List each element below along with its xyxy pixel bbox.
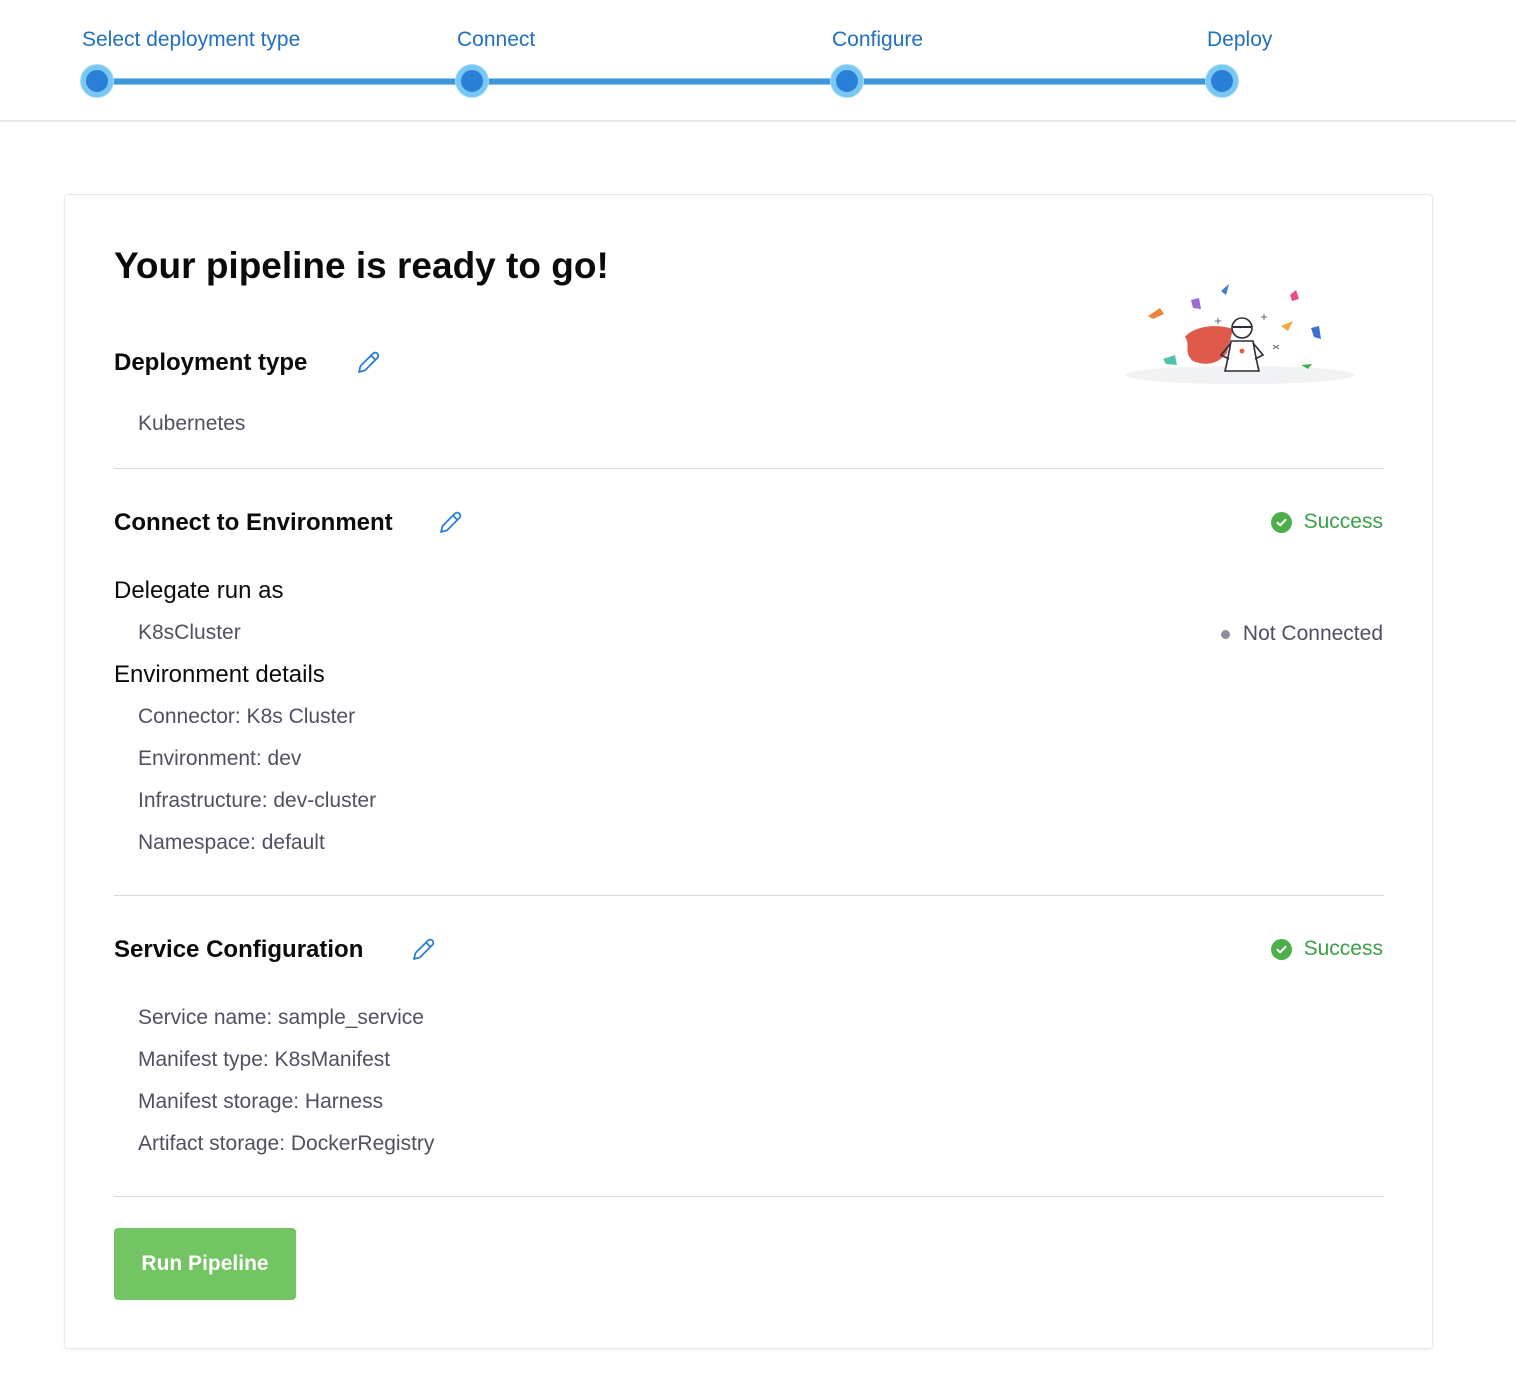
delegate-status-badge: Not Connected (1220, 622, 1383, 646)
progress-stepper: Select deployment type Connect Configure… (0, 0, 1516, 122)
pipeline-summary-card: Your pipeline is ready to go! Deployment… (64, 194, 1433, 1349)
section-divider (114, 895, 1384, 896)
pencil-icon (413, 938, 435, 960)
section-divider (114, 1196, 1384, 1197)
page-title: Your pipeline is ready to go! (114, 245, 609, 286)
run-pipeline-button[interactable]: Run Pipeline (114, 1228, 296, 1300)
check-circle-icon (1270, 511, 1292, 533)
environment-detail-environment: Environment: dev (138, 747, 302, 770)
section-title-connect-environment: Connect to Environment (114, 509, 393, 536)
step-dot-configure[interactable] (831, 65, 863, 97)
step-dot-connect[interactable] (456, 65, 488, 97)
deployment-type-value: Kubernetes (138, 412, 246, 435)
edit-deployment-type-button[interactable] (353, 348, 383, 378)
connect-environment-status-text: Success (1303, 510, 1383, 533)
edit-service-configuration-button[interactable] (408, 935, 438, 965)
environment-details-heading: Environment details (114, 661, 325, 688)
service-configuration-status-text: Success (1303, 937, 1383, 960)
service-detail-name: Service name: sample_service (138, 1006, 424, 1029)
pencil-icon (440, 511, 462, 533)
section-title-deployment-type: Deployment type (114, 349, 308, 376)
delegate-heading: Delegate run as (114, 577, 284, 604)
step-dot-select-deployment-type[interactable] (81, 65, 113, 97)
delegate-status-text: Not Connected (1242, 622, 1383, 645)
service-configuration-status-badge: Success (1270, 937, 1383, 961)
edit-connect-environment-button[interactable] (435, 508, 465, 538)
section-title-service-configuration: Service Configuration (114, 936, 364, 963)
connect-environment-status-badge: Success (1270, 510, 1383, 534)
stepper-progress-line (96, 79, 1222, 84)
delegate-value: K8sCluster (138, 621, 241, 644)
status-dot-icon (1220, 629, 1230, 639)
environment-detail-namespace: Namespace: default (138, 831, 325, 854)
celebration-illustration (1125, 284, 1355, 384)
pencil-icon (358, 351, 380, 373)
step-select-deployment-type[interactable]: Select deployment type (82, 28, 300, 52)
environment-detail-infrastructure: Infrastructure: dev-cluster (138, 789, 377, 812)
section-divider (114, 468, 1384, 469)
step-connect[interactable]: Connect (457, 28, 535, 52)
environment-detail-connector: Connector: K8s Cluster (138, 705, 356, 728)
step-dot-deploy[interactable] (1206, 65, 1238, 97)
service-detail-manifest-type: Manifest type: K8sManifest (138, 1048, 391, 1071)
service-detail-artifact-storage: Artifact storage: DockerRegistry (138, 1132, 435, 1155)
step-deploy[interactable]: Deploy (1207, 28, 1272, 52)
step-configure[interactable]: Configure (832, 28, 923, 52)
service-detail-manifest-storage: Manifest storage: Harness (138, 1090, 384, 1113)
check-circle-icon (1270, 938, 1292, 960)
